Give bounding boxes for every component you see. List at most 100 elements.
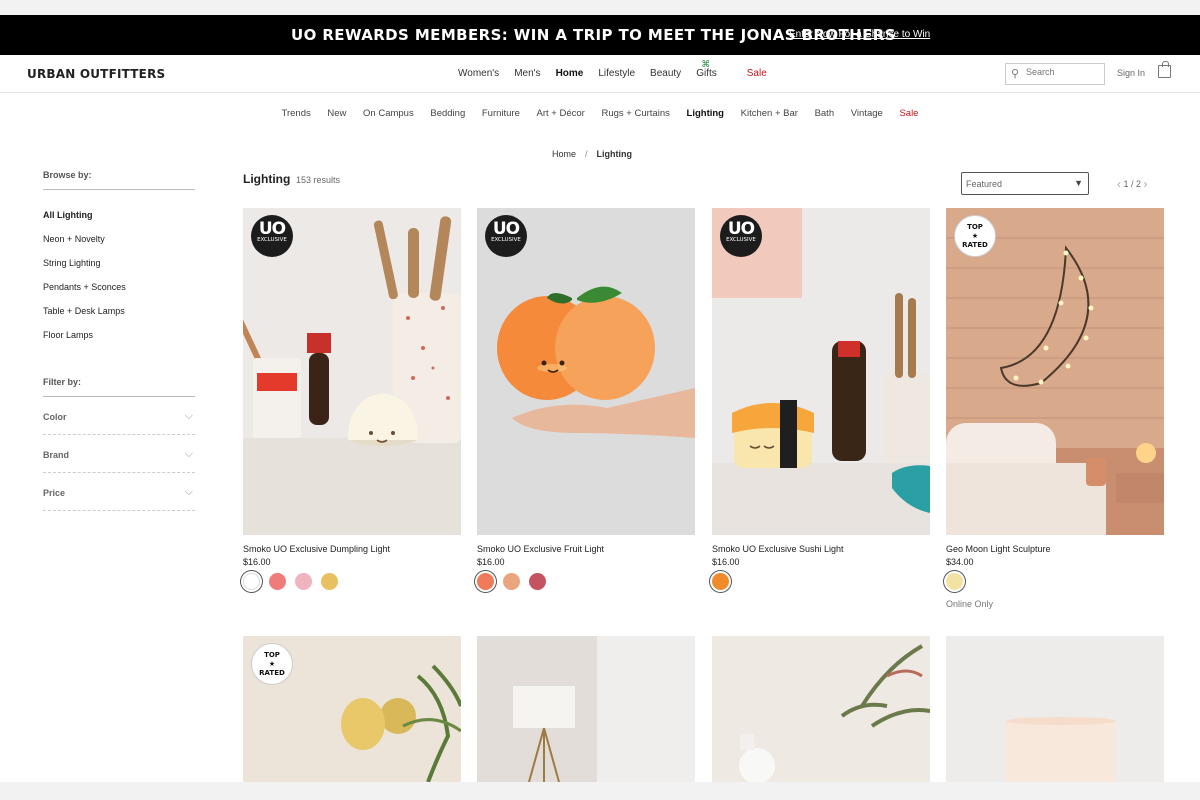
nav-gifts[interactable]: ⌘ Gifts xyxy=(696,59,732,79)
subnav-sale[interactable]: Sale xyxy=(899,108,918,119)
product-card-sushi-light[interactable]: UO EXCLUSIVE Smoko UO Exclusive Sushi Li… xyxy=(712,208,930,593)
subnav-art-decor[interactable]: Art + Décor xyxy=(537,108,585,119)
product-price: $16.00 xyxy=(477,557,505,567)
site-logo[interactable]: URBAN OUTFITTERS xyxy=(27,67,165,81)
next-page-icon[interactable]: › xyxy=(1144,177,1148,191)
badge-top-text: TOP xyxy=(967,223,983,231)
product-card-geo-moon-light[interactable]: TOP ★ RATED Geo Moon Light Sculpture $34… xyxy=(946,208,1164,609)
results-count: 153 results xyxy=(296,175,341,185)
sushi-light-photo xyxy=(712,208,930,535)
badge-rated-text: RATED xyxy=(962,241,988,249)
breadcrumb-home[interactable]: Home xyxy=(552,149,576,159)
sidebar-item-floor-lamps[interactable]: Floor Lamps xyxy=(43,330,195,340)
color-swatch[interactable] xyxy=(269,573,286,590)
product-name[interactable]: Smoko UO Exclusive Sushi Light xyxy=(712,544,930,554)
sidebar-item-all-lighting[interactable]: All Lighting xyxy=(43,210,195,220)
badge-uo-text: UO xyxy=(258,219,286,239)
site-header: URBAN OUTFITTERS Women's Men's Home Life… xyxy=(0,55,1200,93)
product-name[interactable]: Geo Moon Light Sculpture xyxy=(946,544,1164,554)
search-box[interactable]: ⚲ xyxy=(1005,63,1105,85)
product-name[interactable]: Smoko UO Exclusive Fruit Light xyxy=(477,544,695,554)
fruit-light-photo xyxy=(477,208,695,535)
color-swatch[interactable] xyxy=(321,573,338,590)
product-name[interactable]: Smoko UO Exclusive Dumpling Light xyxy=(243,544,461,554)
subnav-bath[interactable]: Bath xyxy=(815,108,835,119)
search-icon: ⚲ xyxy=(1011,68,1020,80)
nav-mens[interactable]: Men's xyxy=(514,68,540,79)
product-image[interactable]: UO EXCLUSIVE xyxy=(477,208,695,535)
shopping-bag-icon[interactable] xyxy=(1158,61,1171,78)
product-card-row2-3[interactable] xyxy=(712,636,930,782)
subnav-lighting[interactable]: Lighting xyxy=(687,108,724,119)
product-image[interactable]: UO EXCLUSIVE xyxy=(712,208,930,535)
breadcrumb: Home / Lighting xyxy=(552,149,632,159)
subnav-trends[interactable]: Trends xyxy=(282,108,311,119)
badge-uo-text: UO xyxy=(727,219,755,239)
bottom-scroll-area xyxy=(0,782,1200,800)
sort-select[interactable]: Featured ▼ xyxy=(961,172,1089,195)
filter-brand-label: Brand xyxy=(43,450,70,460)
nav-sale[interactable]: Sale xyxy=(747,68,767,79)
color-swatch[interactable] xyxy=(295,573,312,590)
subnav-on-campus[interactable]: On Campus xyxy=(363,108,414,119)
product-card-dumpling-light[interactable]: UO EXCLUSIVE Smoko UO Exclusive Dumpling… xyxy=(243,208,461,593)
star-icon: ★ xyxy=(971,232,979,240)
top-rated-badge: TOP ★ RATED xyxy=(954,215,996,257)
chevron-down-icon: ⌵ xyxy=(184,448,193,460)
product-image[interactable] xyxy=(712,636,930,782)
sidebar: Browse by: All Lighting Neon + Novelty S… xyxy=(43,170,195,511)
product-card-row2-1[interactable]: TOP ★ RATED xyxy=(243,636,461,782)
uo-exclusive-badge: UO EXCLUSIVE xyxy=(251,215,293,257)
badge-exclusive-text: EXCLUSIVE xyxy=(257,237,287,243)
subnav-furniture[interactable]: Furniture xyxy=(482,108,520,119)
nav-beauty[interactable]: Beauty xyxy=(650,68,681,79)
badge-rated-text: RATED xyxy=(259,669,285,677)
color-swatch[interactable] xyxy=(529,573,546,590)
subnav-vintage[interactable]: Vintage xyxy=(851,108,883,119)
subnav-rugs-curtains[interactable]: Rugs + Curtains xyxy=(601,108,669,119)
top-gap xyxy=(0,0,1200,15)
sidebar-item-table-desk-lamps[interactable]: Table + Desk Lamps xyxy=(43,306,195,316)
product-image[interactable]: UO EXCLUSIVE xyxy=(243,208,461,535)
color-swatch[interactable] xyxy=(946,573,963,590)
chevron-down-icon: ⌵ xyxy=(184,486,193,498)
product-price: $16.00 xyxy=(243,557,271,567)
filter-price-label: Price xyxy=(43,488,66,498)
search-input[interactable] xyxy=(1026,67,1101,77)
color-swatches xyxy=(477,573,695,593)
product-card-row2-4[interactable] xyxy=(946,636,1164,782)
subnav-kitchen-bar[interactable]: Kitchen + Bar xyxy=(741,108,798,119)
pagination: ‹ 1 / 2 › xyxy=(1117,176,1148,191)
subnav-bedding[interactable]: Bedding xyxy=(430,108,465,119)
color-swatch[interactable] xyxy=(477,573,494,590)
nav-womens[interactable]: Women's xyxy=(458,68,499,79)
filter-brand[interactable]: Brand ⌵ xyxy=(43,435,195,473)
prev-page-icon[interactable]: ‹ xyxy=(1117,177,1121,191)
nav-lifestyle[interactable]: Lifestyle xyxy=(598,68,635,79)
filter-heading: Filter by: xyxy=(43,377,195,397)
product-card-row2-2[interactable] xyxy=(477,636,695,782)
product-image[interactable] xyxy=(477,636,695,782)
product-image[interactable]: TOP ★ RATED xyxy=(946,208,1164,535)
filter-price[interactable]: Price ⌵ xyxy=(43,473,195,511)
product-image[interactable]: TOP ★ RATED xyxy=(243,636,461,782)
uo-exclusive-badge: UO EXCLUSIVE xyxy=(485,215,527,257)
product-image[interactable] xyxy=(946,636,1164,782)
sort-value: Featured xyxy=(966,179,1003,189)
color-swatch[interactable] xyxy=(243,573,260,590)
sign-in-link[interactable]: Sign In xyxy=(1117,68,1145,78)
sidebar-item-pendants-sconces[interactable]: Pendants + Sconces xyxy=(43,282,195,292)
moon-light-photo xyxy=(946,208,1164,535)
color-swatch[interactable] xyxy=(503,573,520,590)
filter-color[interactable]: Color ⌵ xyxy=(43,397,195,435)
nav-home[interactable]: Home xyxy=(556,68,584,79)
chevron-down-icon: ⌵ xyxy=(184,410,193,422)
breadcrumb-separator: / xyxy=(585,149,588,159)
product-card-fruit-light[interactable]: UO EXCLUSIVE Smoko UO Exclusive Fruit Li… xyxy=(477,208,695,593)
sidebar-item-string-lighting[interactable]: String Lighting xyxy=(43,258,195,268)
color-swatch[interactable] xyxy=(712,573,729,590)
promo-link[interactable]: Enter Now For a Chance to Win xyxy=(789,29,930,40)
sidebar-item-neon-novelty[interactable]: Neon + Novelty xyxy=(43,234,195,244)
online-only-label: Online Only xyxy=(946,599,994,609)
subnav-new[interactable]: New xyxy=(327,108,346,119)
